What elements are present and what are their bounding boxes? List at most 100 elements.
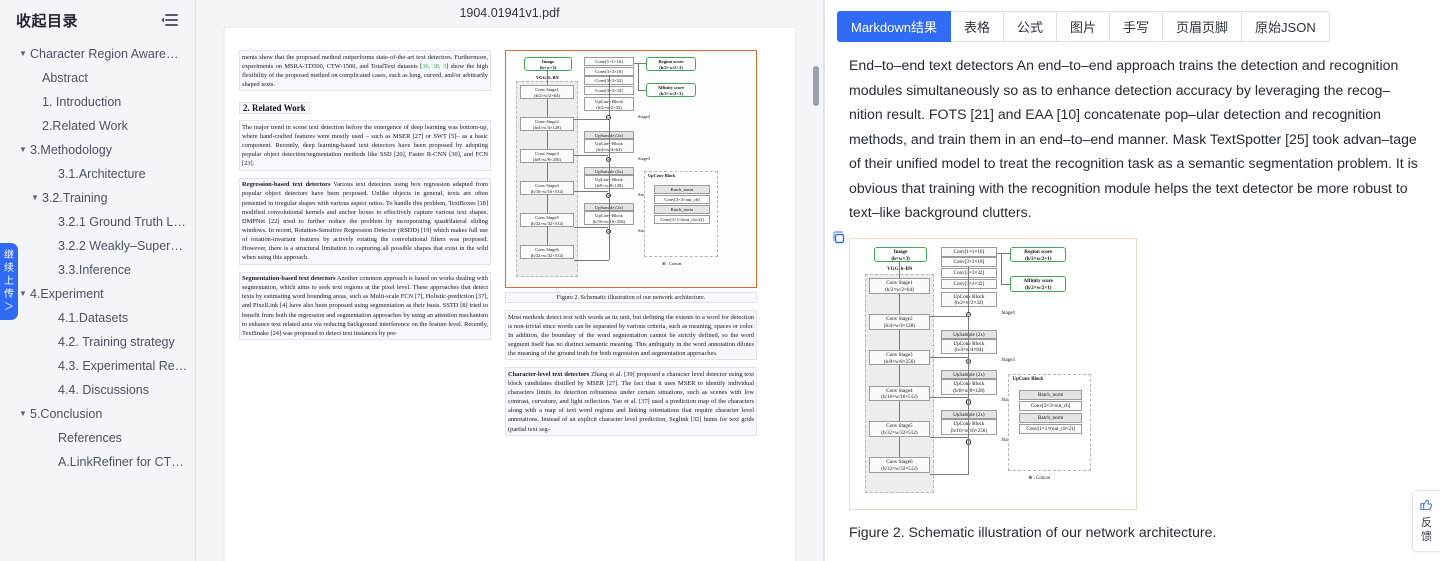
paragraph-lead-in: Character-level text detectors — [508, 370, 590, 378]
diagram-connector — [968, 397, 969, 439]
figure-highlight-box[interactable]: VGG16–BNImage(h×w×3)Conv Stage1(h/2×w/2×… — [505, 50, 757, 288]
diagram-node: Conv[3×3×out_ch] — [654, 195, 710, 204]
feedback-widget[interactable]: 反馈 — [1412, 490, 1440, 552]
diagram-node: Conv Stage2 (h/4×w/4×128) — [869, 313, 930, 330]
toc-item[interactable]: ▼4.3. Experimental Res… — [0, 354, 195, 378]
toc-item[interactable]: ▼4.1.Datasets — [0, 306, 195, 330]
diagram-label: Stage3 — [1001, 357, 1015, 363]
diagram-connector — [929, 316, 968, 317]
diagram-node: Batch_norm — [654, 205, 710, 214]
toc-indent-spacer: ▼ — [44, 434, 58, 442]
tab-1[interactable]: 表格 — [950, 11, 1004, 42]
paragraph-text: Another common approach is based on work… — [242, 275, 488, 337]
toc-item[interactable]: ▼3.2.1 Ground Truth L… — [0, 210, 195, 234]
toc-indent-spacer: ▼ — [44, 242, 58, 250]
diagram-node: Conv Stage5 (h/32×w/32×512) — [869, 421, 930, 438]
toc-item-label: 3.Methodology — [30, 143, 113, 157]
toc-item-label: 5.Conclusion — [30, 407, 103, 421]
upload-tab-char: 续 — [4, 263, 14, 274]
toc-item[interactable]: ▼3.1.Architecture — [0, 162, 195, 186]
toc-item[interactable]: ▼ 5.Conclusion — [0, 402, 195, 426]
toc-indent-spacer: ▼ — [28, 98, 42, 106]
tab-4[interactable]: 手写 — [1110, 11, 1164, 42]
toc-item-label: Abstract — [42, 71, 88, 85]
diagram-label: ⊕ : Concat — [662, 261, 682, 266]
diagram-connector — [929, 437, 968, 438]
toc-item-label: A.LinkRefiner for CT… — [58, 455, 184, 469]
feedback-label: 反馈 — [1413, 516, 1440, 544]
diagram-connector — [574, 191, 608, 192]
tab-2[interactable]: 公式 — [1003, 11, 1057, 42]
upload-tab-char: 传 — [4, 289, 14, 300]
toc-item[interactable]: ▼Abstract — [0, 66, 195, 90]
paragraph-lead-in: Segmentation-based text detectors — [242, 275, 336, 283]
tab-markdown[interactable]: Markdown结果 — [837, 11, 951, 42]
toc-item[interactable]: ▼3.3.Inference — [0, 258, 195, 282]
network-architecture-diagram: VGG16–BNImage(h×w×3)Conv Stage1(h/2×w/2×… — [510, 55, 752, 283]
diagram-connector — [1001, 283, 1011, 285]
diagram-node: Image (h×w×3) — [524, 57, 572, 71]
paragraph: Most methods detect text with words as i… — [505, 310, 757, 361]
paragraph: Regression-based text detectors Various … — [239, 177, 491, 265]
toc-item-label: 3.2.Training — [42, 191, 108, 205]
diagram-node: Conv Stage3 (h/8×w/8×256) — [520, 149, 574, 163]
figure-caption: Figure 2. Schematic illustration of our … — [505, 292, 757, 303]
chevron-down-icon[interactable]: ▼ — [16, 410, 30, 418]
sidebar: 收起目录 ▼Character Region Aware…▼Abstract▼1… — [0, 0, 196, 561]
toc-item-label: References — [58, 431, 122, 445]
pdf-scrollbar-track[interactable] — [813, 26, 819, 561]
toc-item-label: 3.3.Inference — [58, 263, 131, 277]
diagram-node: Batch_norm — [654, 185, 710, 194]
paragraph-text: Various text detectors using box regress… — [242, 181, 489, 262]
collapse-outline-icon[interactable] — [159, 11, 181, 29]
result-paragraph: End–to–end text detectors An end–to–end … — [849, 57, 1418, 220]
toc-item[interactable]: ▼2.Related Work — [0, 114, 195, 138]
diagram-label: Stage4 — [1001, 310, 1015, 316]
tab-3[interactable]: 图片 — [1057, 11, 1111, 42]
toc-item-label: 4.2. Training strategy — [58, 335, 175, 349]
toc-item[interactable]: ▼ 3.Methodology — [0, 138, 195, 162]
pdf-viewer: 1904.01941v1.pdf ments show that the pro… — [196, 0, 824, 561]
feedback-label-char: 反 — [1421, 517, 1432, 529]
chevron-down-icon[interactable]: ▼ — [16, 50, 30, 58]
paragraph: The major trend in scene text detection … — [239, 120, 491, 171]
result-figure-caption: Figure 2. Schematic illustration of our … — [849, 523, 1217, 540]
toc-indent-spacer: ▼ — [44, 338, 58, 346]
toc-item[interactable]: ▼1. Introduction — [0, 90, 195, 114]
feedback-label-char: 馈 — [1421, 531, 1432, 543]
tab-5[interactable]: 页眉页脚 — [1163, 11, 1243, 42]
table-of-contents: ▼Character Region Aware…▼Abstract▼1. Int… — [0, 36, 195, 474]
copy-icon[interactable] — [832, 230, 846, 245]
diagram-node: Region score (h/2×w/2×1) — [646, 57, 696, 71]
continue-upload-tab[interactable]: 继续上传 ＞ — [0, 243, 18, 320]
diagram-node: Conv[3×3×out_ch] — [1019, 401, 1082, 412]
citation-refs[interactable]: 36, 38, 3 — [422, 63, 446, 70]
diagram-node: Conv Stage1 (h/2×w/2×64) — [869, 278, 930, 294]
toc-item[interactable]: ▼4.4. Discussions — [0, 378, 195, 402]
toc-item[interactable]: ▼4.2. Training strategy — [0, 330, 195, 354]
toc-item[interactable]: ▼ 4.Experiment — [0, 282, 195, 306]
toc-item[interactable]: ▼A.LinkRefiner for CT… — [0, 450, 195, 474]
app-root: 收起目录 ▼Character Region Aware…▼Abstract▼1… — [0, 0, 1440, 561]
pdf-right-column: VGG16–BNImage(h×w×3)Conv Stage1(h/2×w/2×… — [505, 50, 757, 443]
chevron-down-icon[interactable]: ▼ — [16, 290, 30, 298]
paragraph-lead-in: Regression-based text detectors — [242, 181, 331, 189]
diagram-connector — [574, 227, 608, 228]
diagram-connector — [929, 474, 969, 475]
diagram-node: Conv Stage6 (h/32×w/32×512) — [869, 457, 930, 473]
upload-tab-char: ＞ — [4, 302, 14, 313]
toc-item[interactable]: ▼ Character Region Aware… — [0, 42, 195, 66]
toc-item[interactable]: ▼ 3.2.Training — [0, 186, 195, 210]
chevron-down-icon[interactable]: ▼ — [28, 194, 42, 202]
toc-item[interactable]: ▼3.2.2 Weakly–Supervi… — [0, 234, 195, 258]
result-figure-card[interactable]: VGG16–BNImage(h×w×3)Conv Stage1(h/2×w/2×… — [833, 230, 1137, 510]
diagram-node: Conv Stage2 (h/4×w/4×128) — [520, 117, 574, 131]
diagram-node: Image (h×w×3) — [873, 246, 928, 263]
chevron-down-icon[interactable]: ▼ — [16, 146, 30, 154]
tab-6[interactable]: 原始JSON — [1242, 11, 1330, 42]
diagram-connector — [929, 356, 968, 358]
toc-item[interactable]: ▼References — [0, 426, 195, 450]
diagram-connector — [968, 357, 969, 398]
pdf-scrollbar-thumb[interactable] — [813, 66, 819, 106]
toc-item-label: 3.2.1 Ground Truth L… — [58, 215, 186, 229]
